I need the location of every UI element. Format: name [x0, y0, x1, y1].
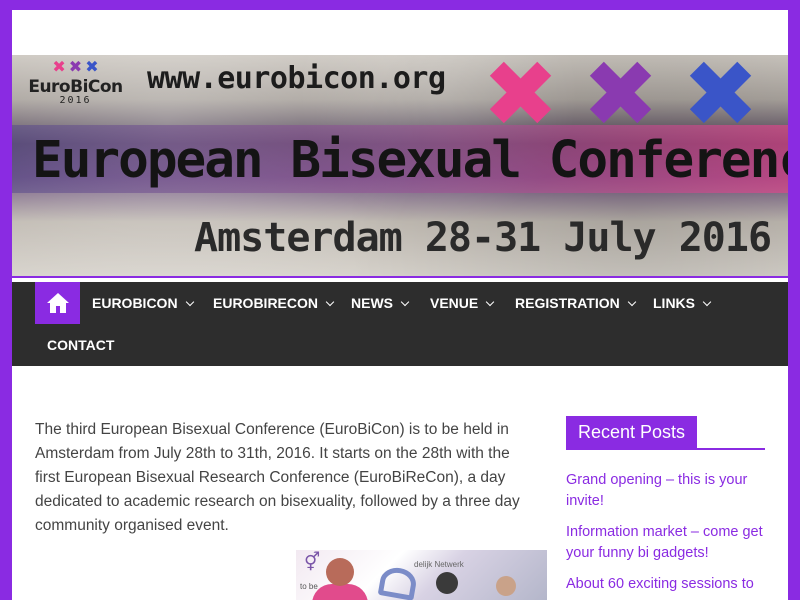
chevron-down-icon	[325, 297, 335, 306]
big-pink-x-icon: ✖	[482, 55, 560, 148]
photo-text-2: delijk Netwerk	[414, 560, 464, 569]
nav-item-eurobicon[interactable]: EUROBICON	[92, 282, 194, 324]
banner-title: European Bisexual Conference	[32, 131, 788, 190]
purple-x-icon: ✖	[68, 57, 83, 76]
bisexual-symbol-icon: ⚥	[304, 552, 321, 572]
nav-item-label: CONTACT	[47, 337, 115, 353]
photo-person-body	[312, 584, 368, 600]
page: ✖ ✖ ✖ EuroBiCon 2016 www.eurobicon.org ✖…	[12, 10, 788, 600]
nav-item-label: NEWS	[351, 295, 393, 311]
banner-subtitle: Amsterdam 28-31 July 2016	[194, 215, 772, 261]
photo-text-1: to be	[300, 582, 318, 591]
intro-paragraph: The third European Bisexual Conference (…	[35, 421, 520, 534]
nav-item-label: EUROBICON	[92, 295, 178, 311]
nav-item-label: EUROBIRECON	[213, 295, 319, 311]
nav-item-label: LINKS	[653, 295, 695, 311]
nav-item-links[interactable]: LINKS	[653, 282, 712, 324]
chevron-down-icon	[485, 297, 495, 306]
nav-item-registration[interactable]: REGISTRATION	[515, 282, 636, 324]
main-navigation: EUROBICON EUROBIRECON NEWS VENUE REGISTR…	[12, 282, 788, 366]
recent-posts-list: Grand opening – this is your invite! Inf…	[566, 470, 765, 595]
chevron-down-icon	[702, 297, 712, 306]
banner-divider	[12, 276, 788, 278]
header-banner[interactable]: ✖ ✖ ✖ EuroBiCon 2016 www.eurobicon.org ✖…	[12, 55, 788, 277]
big-blue-x-icon: ✖	[682, 55, 760, 148]
home-button[interactable]	[35, 282, 80, 324]
banner-url: www.eurobicon.org	[147, 61, 446, 96]
recent-post-link[interactable]: About 60 exciting sessions to	[566, 574, 765, 595]
photo-person-head	[326, 558, 354, 586]
nav-item-label: REGISTRATION	[515, 295, 620, 311]
nav-item-venue[interactable]: VENUE	[430, 282, 495, 324]
nav-item-contact[interactable]: CONTACT	[47, 324, 114, 366]
chevron-down-icon	[185, 297, 194, 306]
sidebar: Recent Posts Grand opening – this is you…	[566, 416, 765, 600]
widget-title: Recent Posts	[566, 416, 698, 448]
logo-x-marks: ✖ ✖ ✖	[28, 59, 123, 75]
pink-x-icon: ✖	[52, 57, 66, 76]
logo-name: EuroBiCon	[28, 77, 123, 97]
recent-posts-header: Recent Posts	[566, 416, 765, 450]
conference-photo: ⚥ to be delijk Netwerk	[296, 550, 547, 600]
nav-item-label: VENUE	[430, 295, 479, 311]
photo-ribbon	[377, 565, 419, 600]
recent-post-link[interactable]: Grand opening – this is your invite!	[566, 470, 765, 512]
nav-item-eurobirecon[interactable]: EUROBIRECON	[213, 282, 335, 324]
recent-post-link[interactable]: Information market – come get your funny…	[566, 522, 765, 564]
chevron-down-icon	[400, 297, 410, 306]
photo-person-3	[496, 576, 516, 596]
chevron-down-icon	[627, 297, 636, 306]
photo-person-2	[436, 572, 458, 594]
big-purple-x-icon: ✖	[582, 55, 660, 148]
blue-x-icon: ✖	[85, 57, 99, 76]
home-icon	[46, 293, 69, 313]
eurobicon-logo: ✖ ✖ ✖ EuroBiCon 2016	[28, 59, 123, 121]
nav-item-news[interactable]: NEWS	[351, 282, 410, 324]
